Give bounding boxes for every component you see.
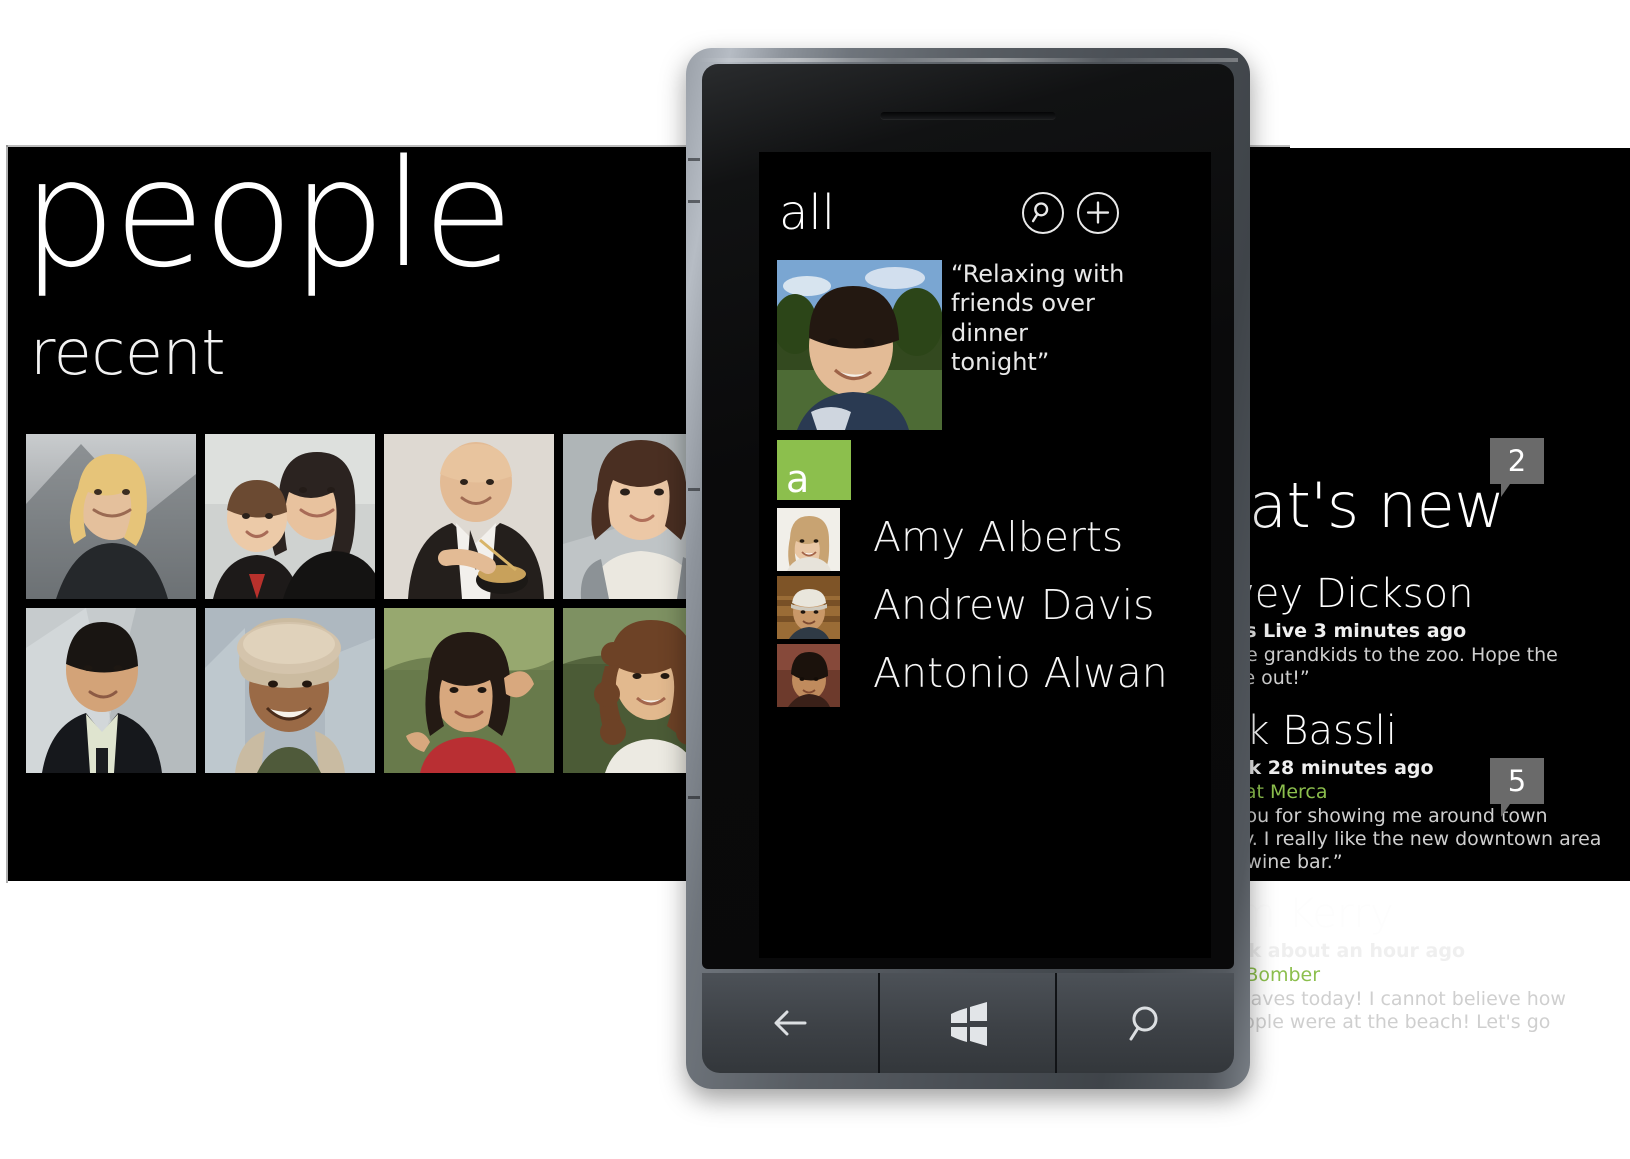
- phone-side-seam: [688, 158, 700, 161]
- comment-count-badge: 5: [1490, 758, 1544, 817]
- status-quote: “Relaxing with friends over dinner tonig…: [951, 260, 1125, 376]
- status-photo[interactable]: [777, 260, 942, 430]
- phone-side-seam: [688, 200, 700, 203]
- recent-tile-man-in-suit[interactable]: [26, 608, 196, 773]
- page-title: people: [22, 128, 514, 300]
- recent-tile-man-in-fur-hat[interactable]: [205, 608, 375, 773]
- phone-top-bezel-seam: [698, 58, 1238, 62]
- contact-list-item[interactable]: Antonio Alwan: [777, 644, 1197, 711]
- search-button[interactable]: [1057, 973, 1234, 1073]
- contact-list-item[interactable]: Amy Alberts: [777, 508, 1197, 575]
- comment-count-badge: 2: [1490, 438, 1544, 497]
- contact-name: Amy Alberts: [873, 513, 1124, 561]
- hardware-button-bar: [702, 973, 1234, 1073]
- recent-tile-man-eating-noodles[interactable]: [384, 434, 554, 599]
- group-header-letter: a: [786, 457, 810, 501]
- phone-screen[interactable]: all “Relaxing with friends over dinner t…: [759, 152, 1211, 958]
- phone-device: all “Relaxing with friends over dinner t…: [686, 48, 1250, 1089]
- contact-list-item[interactable]: Andrew Davis: [777, 576, 1197, 643]
- contact-name: Andrew Davis: [873, 581, 1155, 629]
- pivot-header-recent[interactable]: recent: [30, 322, 226, 384]
- phone-side-seam: [688, 488, 700, 491]
- back-button[interactable]: [702, 973, 879, 1073]
- whats-new-panel: what's new Harvey Dickson Windows Live 3…: [1160, 148, 1630, 1033]
- add-icon[interactable]: [1077, 192, 1119, 234]
- contact-name: Antonio Alwan: [873, 649, 1168, 697]
- contact-group-header-a[interactable]: a: [777, 440, 851, 500]
- earpiece-speaker: [880, 112, 1056, 119]
- contact-avatar: [777, 644, 840, 707]
- pivot-header-all[interactable]: all: [779, 189, 835, 237]
- contact-avatar: [777, 576, 840, 639]
- recent-tile-woman-in-red-top[interactable]: [384, 608, 554, 773]
- contact-avatar: [777, 508, 840, 571]
- search-icon[interactable]: [1022, 192, 1064, 234]
- recent-tile-woman-with-child[interactable]: [205, 434, 375, 599]
- phone-side-seam: [688, 796, 700, 799]
- recent-tile-blonde-woman-outdoors[interactable]: [26, 434, 196, 599]
- phone-front-glass: all “Relaxing with friends over dinner t…: [702, 64, 1234, 969]
- start-button[interactable]: [880, 973, 1056, 1073]
